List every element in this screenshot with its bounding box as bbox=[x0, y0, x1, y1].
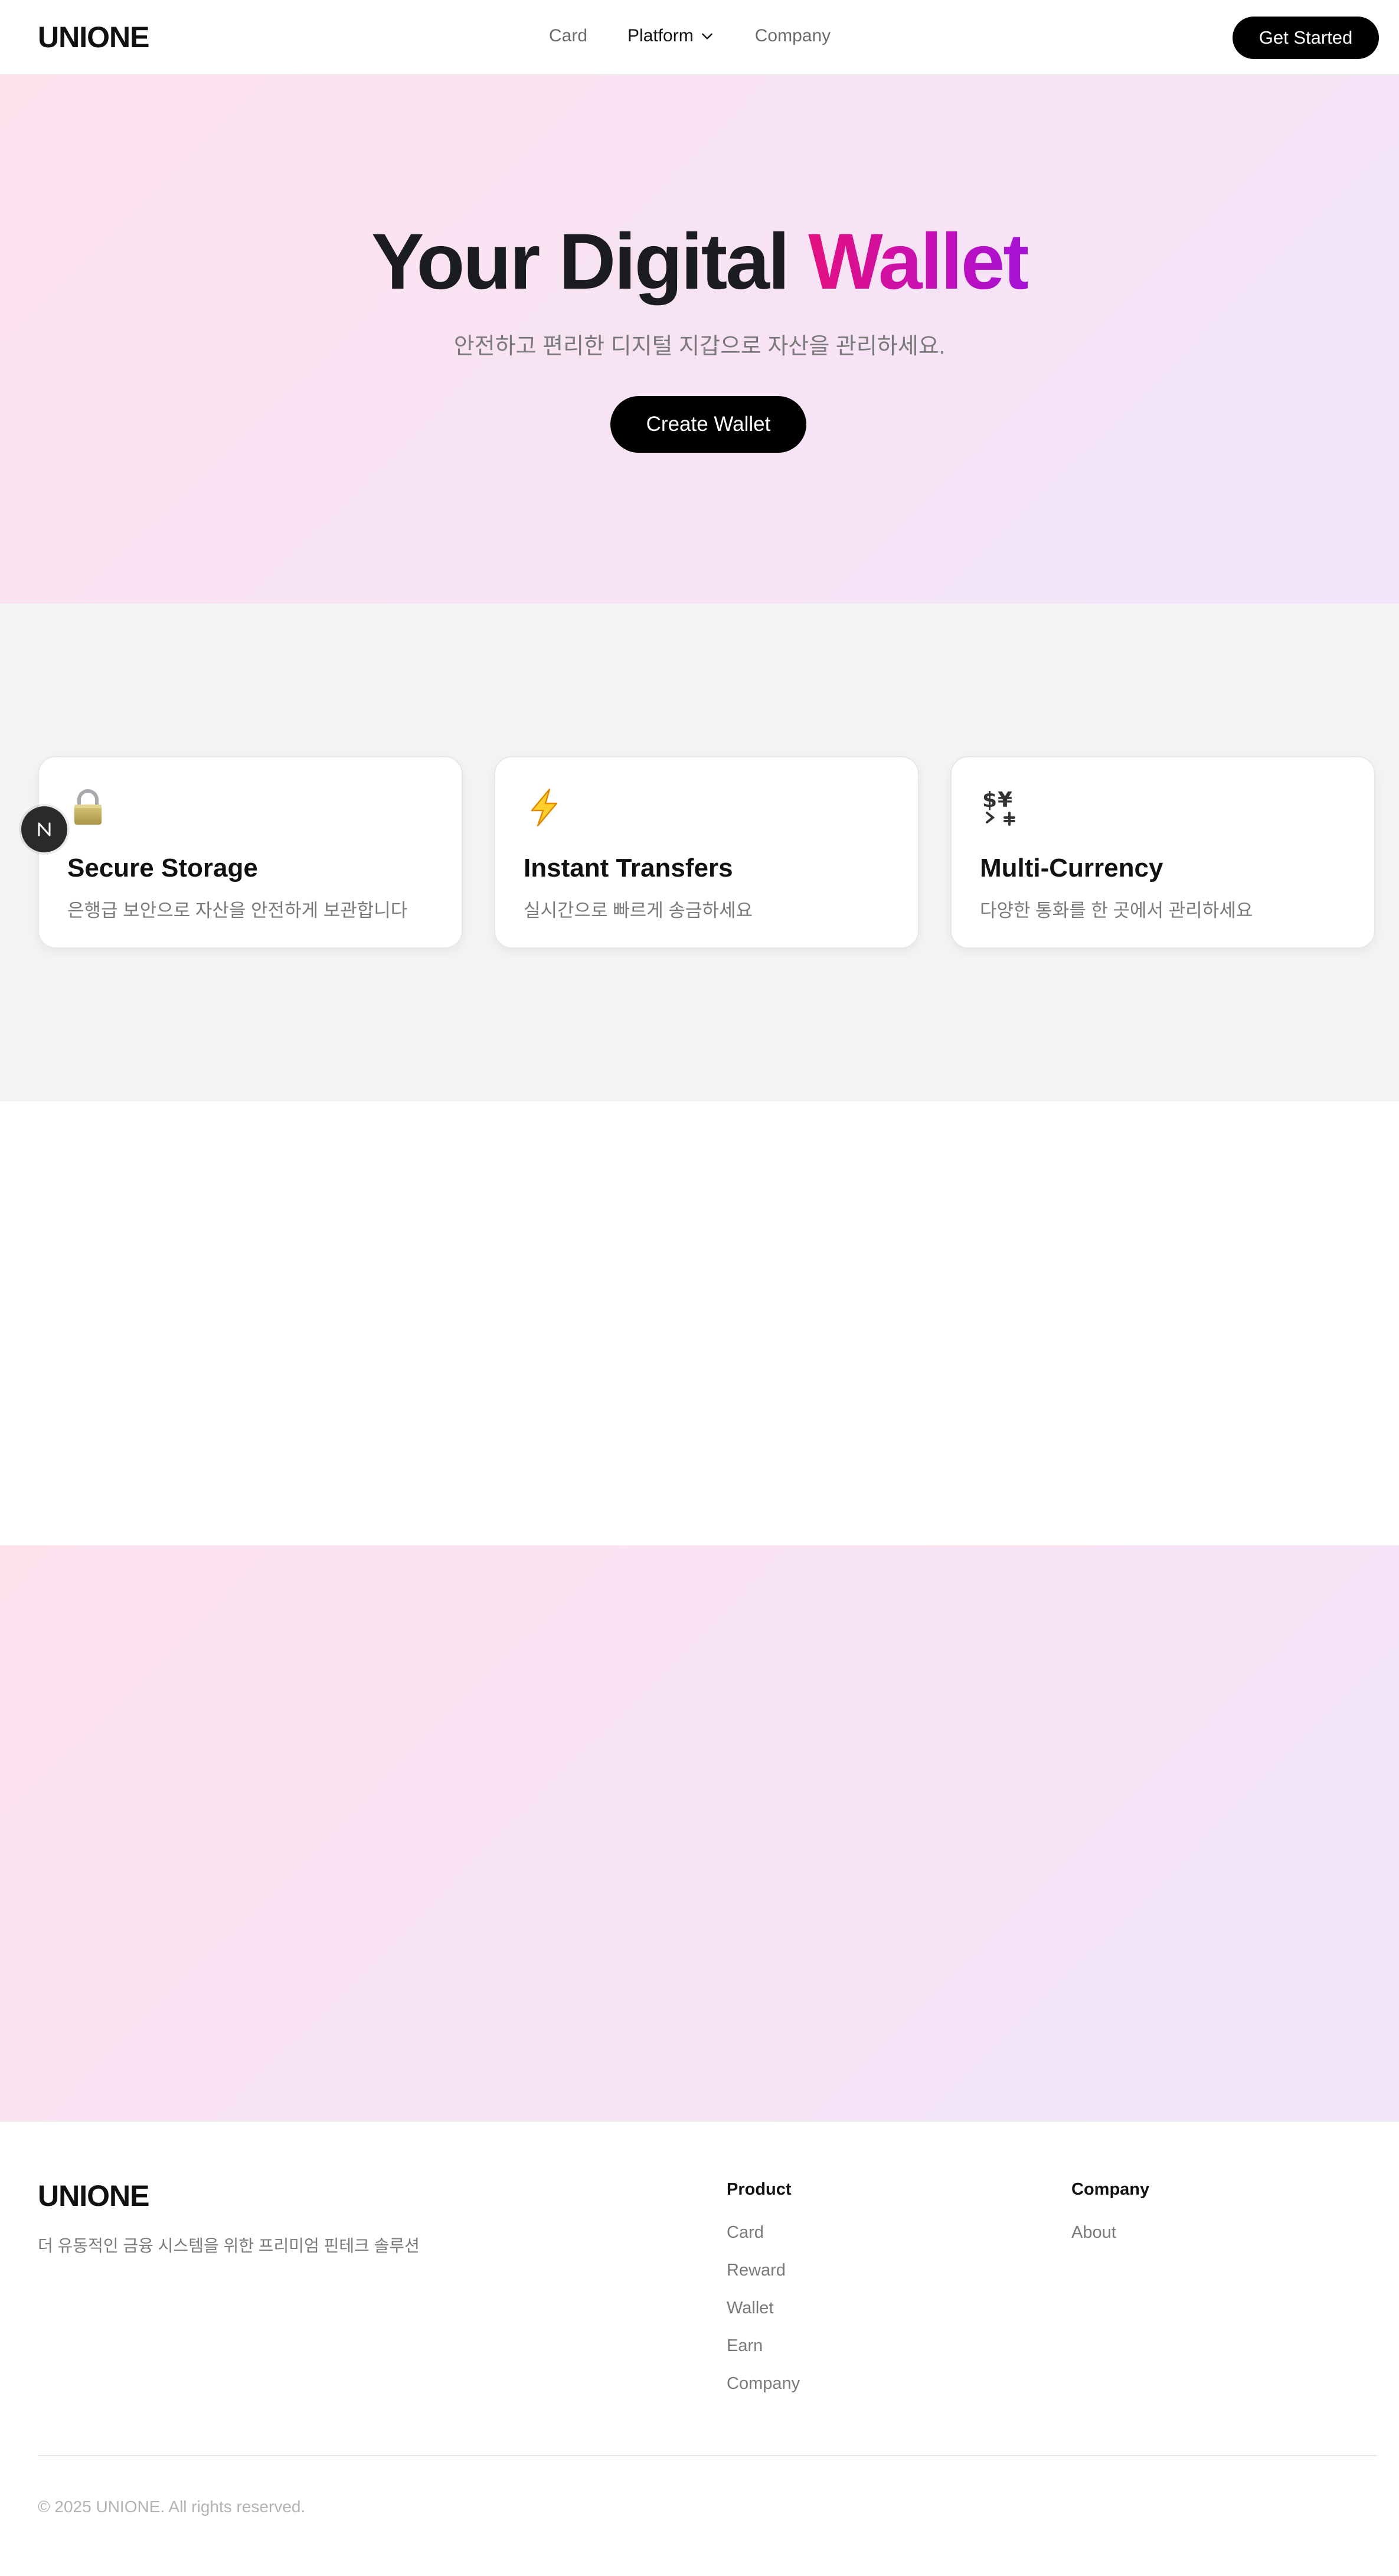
nav-link-platform-label: Platform bbox=[627, 26, 694, 45]
feature-description: 다양한 통화를 한 곳에서 관리하세요 bbox=[980, 900, 1253, 921]
footer-link-card[interactable]: Card bbox=[727, 2223, 800, 2243]
feature-title: Secure Storage bbox=[67, 854, 258, 882]
nav-link-company[interactable]: Company bbox=[755, 26, 831, 46]
footer-link-wallet[interactable]: Wallet bbox=[727, 2299, 800, 2319]
footer-column-company: Company About bbox=[1071, 2180, 1149, 2261]
n-logo-icon bbox=[38, 822, 51, 836]
hero-section: Your Digital Wallet 안전하고 편리한 디지털 지갑으로 자산… bbox=[0, 75, 1399, 604]
currency-exchange-icon: $ ¥ bbox=[982, 788, 1015, 826]
hero-title: Your Digital Wallet bbox=[0, 217, 1399, 307]
dev-tools-badge[interactable] bbox=[21, 806, 67, 852]
footer-logo[interactable]: UNIONE bbox=[38, 2179, 149, 2213]
nav-link-card[interactable]: Card bbox=[549, 26, 587, 46]
features-section: Secure Storage 은행급 보안으로 자산을 안전하게 보관합니다 I… bbox=[0, 604, 1399, 1101]
hero-subtitle: 안전하고 편리한 디지털 지갑으로 자산을 관리하세요. bbox=[453, 334, 946, 359]
feature-description: 은행급 보안으로 자산을 안전하게 보관합니다 bbox=[67, 900, 408, 921]
feature-title: Instant Transfers bbox=[524, 854, 733, 882]
get-started-button[interactable]: Get Started bbox=[1233, 17, 1379, 59]
footer-link-reward[interactable]: Reward bbox=[727, 2261, 800, 2281]
create-wallet-button[interactable]: Create Wallet bbox=[610, 396, 806, 453]
lightning-icon bbox=[531, 788, 558, 827]
chevron-down-icon bbox=[701, 33, 712, 40]
main-nav: Card Platform Company bbox=[549, 26, 871, 46]
site-footer: UNIONE 더 유동적인 금융 시스템을 위한 프리미엄 핀테크 솔루션 Pr… bbox=[0, 2121, 1399, 2576]
feature-description: 실시간으로 빠르게 송금하세요 bbox=[524, 900, 753, 921]
feature-card-instant-transfers: Instant Transfers 실시간으로 빠르게 송금하세요 bbox=[494, 756, 919, 949]
lock-icon bbox=[74, 789, 102, 825]
feature-card-secure-storage: Secure Storage 은행급 보안으로 자산을 안전하게 보관합니다 bbox=[38, 756, 463, 949]
footer-copyright: © 2025 UNIONE. All rights reserved. bbox=[38, 2497, 306, 2516]
footer-link-earn[interactable]: Earn bbox=[727, 2336, 800, 2356]
footer-tagline: 더 유동적인 금융 시스템을 위한 프리미엄 핀테크 솔루션 bbox=[38, 2237, 420, 2255]
site-logo[interactable]: UNIONE bbox=[38, 20, 149, 54]
svg-text:$: $ bbox=[982, 788, 997, 812]
feature-title: Multi-Currency bbox=[980, 854, 1163, 882]
footer-column-heading: Product bbox=[727, 2180, 792, 2199]
footer-link-company[interactable]: Company bbox=[727, 2374, 800, 2394]
svg-text:¥: ¥ bbox=[998, 788, 1012, 812]
gradient-banner-section bbox=[0, 1545, 1399, 2121]
empty-section bbox=[0, 1101, 1399, 1545]
nav-link-platform[interactable]: Platform bbox=[627, 26, 715, 46]
top-navbar: UNIONE Card Platform Company Get Started bbox=[0, 0, 1399, 75]
footer-link-about[interactable]: About bbox=[1071, 2223, 1149, 2243]
footer-divider bbox=[38, 2455, 1378, 2456]
hero-title-main: Your Digital bbox=[371, 218, 809, 306]
hero-title-highlight: Wallet bbox=[808, 218, 1029, 306]
footer-column-heading: Company bbox=[1071, 2180, 1150, 2199]
feature-card-multi-currency: $ ¥ Multi-Currency 다양한 통화를 한 곳에서 관리하세요 bbox=[950, 756, 1375, 949]
footer-column-product: Product Card Reward Wallet Earn Company bbox=[727, 2180, 800, 2412]
